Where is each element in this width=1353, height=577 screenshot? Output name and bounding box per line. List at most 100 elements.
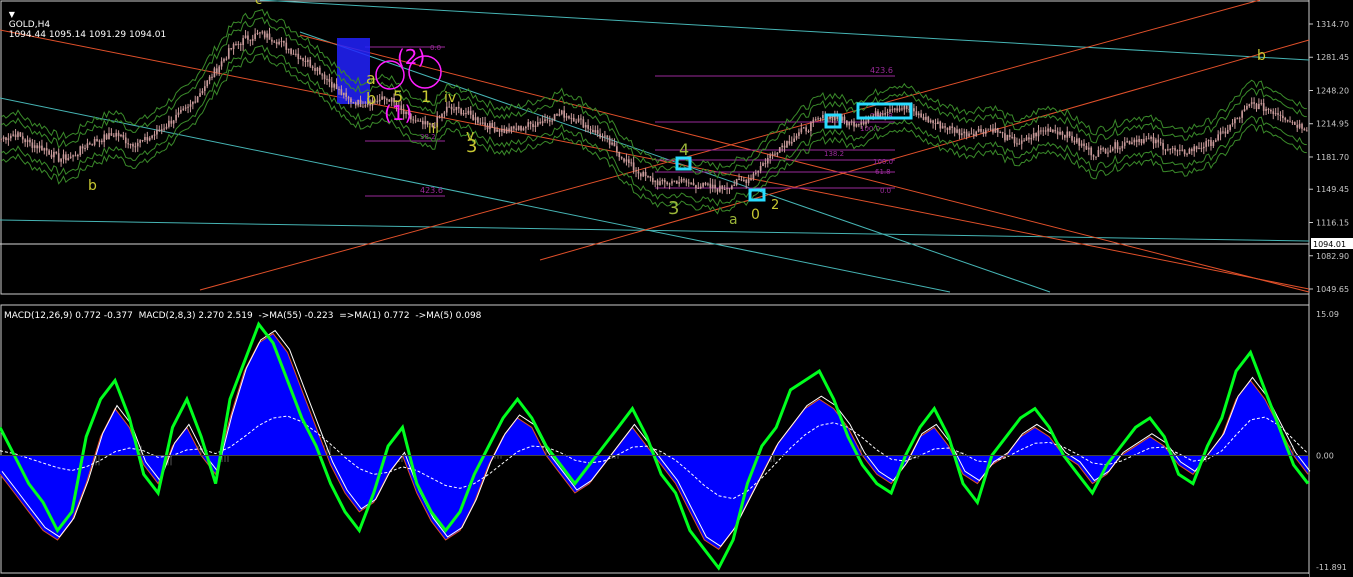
candle [201, 90, 204, 94]
wave-label: 4 [679, 140, 689, 159]
candle [1279, 114, 1282, 116]
candle [553, 114, 556, 121]
candle [723, 189, 726, 191]
candle [227, 48, 230, 59]
candle [112, 135, 115, 137]
candle [103, 134, 106, 143]
candle [812, 119, 815, 123]
candle [287, 48, 290, 50]
candle [999, 132, 1002, 134]
candle [661, 179, 664, 182]
candle [74, 155, 77, 157]
candle [992, 128, 994, 133]
candle [527, 122, 530, 127]
candle [96, 138, 98, 142]
candle [1226, 129, 1229, 134]
wave-label: a [366, 69, 376, 88]
candle [438, 116, 441, 118]
candle [1243, 109, 1246, 112]
candle [853, 121, 855, 127]
candle [877, 111, 879, 117]
candle [1032, 133, 1035, 138]
candle [915, 111, 918, 116]
candle [685, 180, 688, 183]
candle [1171, 148, 1174, 150]
candle [1114, 142, 1116, 149]
wave-label: c [255, 0, 262, 8]
wave-label: b [366, 89, 376, 108]
candle [43, 148, 46, 151]
candle [802, 127, 805, 129]
fib-label: 138.2 [824, 150, 844, 158]
candle [328, 78, 331, 82]
candle [639, 173, 642, 177]
candle [1282, 115, 1284, 119]
candle [520, 126, 522, 131]
candle [498, 129, 501, 132]
candle [949, 126, 951, 131]
candle [108, 133, 110, 140]
candle [970, 133, 973, 135]
candle [350, 98, 352, 103]
candle [60, 158, 62, 162]
candle [632, 162, 635, 171]
candle [893, 108, 896, 110]
candle [244, 35, 247, 39]
candle [199, 93, 201, 97]
candle [817, 118, 819, 120]
candle [829, 116, 831, 120]
candle [177, 112, 180, 115]
candle [606, 135, 609, 138]
triangle-down-icon[interactable]: ▼ [9, 10, 15, 19]
candle [1289, 121, 1291, 123]
candle [55, 151, 58, 154]
price-tick-label: 1214.95 [1316, 120, 1349, 129]
candle [1064, 134, 1066, 138]
candle [884, 113, 887, 115]
candle [805, 127, 807, 132]
candle [460, 108, 462, 115]
candle [1097, 150, 1100, 157]
candle [721, 185, 724, 190]
candle [1056, 131, 1059, 135]
candle [1248, 104, 1251, 107]
candle [913, 108, 915, 112]
candle [728, 188, 731, 190]
wave-label: iii [428, 122, 439, 137]
candle [168, 120, 170, 127]
candle [1277, 113, 1279, 115]
candle [175, 114, 177, 121]
candle [333, 84, 336, 88]
candle [206, 80, 209, 87]
wave-label: a [729, 212, 738, 228]
candle [960, 133, 963, 136]
candle [680, 179, 683, 183]
candle [484, 122, 486, 126]
candle [584, 125, 587, 128]
candle [766, 157, 769, 164]
candle [65, 154, 67, 161]
candle [941, 126, 944, 129]
candle [1138, 139, 1140, 142]
wave-label: 2 [771, 198, 779, 213]
candle [419, 120, 422, 122]
candle [731, 185, 733, 189]
candle [630, 162, 633, 164]
candle [299, 58, 302, 60]
candle [292, 53, 295, 55]
candle [620, 156, 623, 159]
candle [1296, 124, 1299, 128]
candle [127, 143, 130, 145]
candle [1040, 130, 1042, 132]
candle [1167, 149, 1169, 151]
candle [139, 140, 141, 143]
candle [690, 182, 692, 184]
candle [170, 120, 173, 124]
candle [412, 119, 415, 121]
candle [881, 113, 884, 115]
candle [1099, 148, 1102, 151]
candle [546, 119, 549, 121]
candle [1200, 147, 1203, 149]
candle [1119, 148, 1121, 150]
candle [570, 117, 573, 119]
